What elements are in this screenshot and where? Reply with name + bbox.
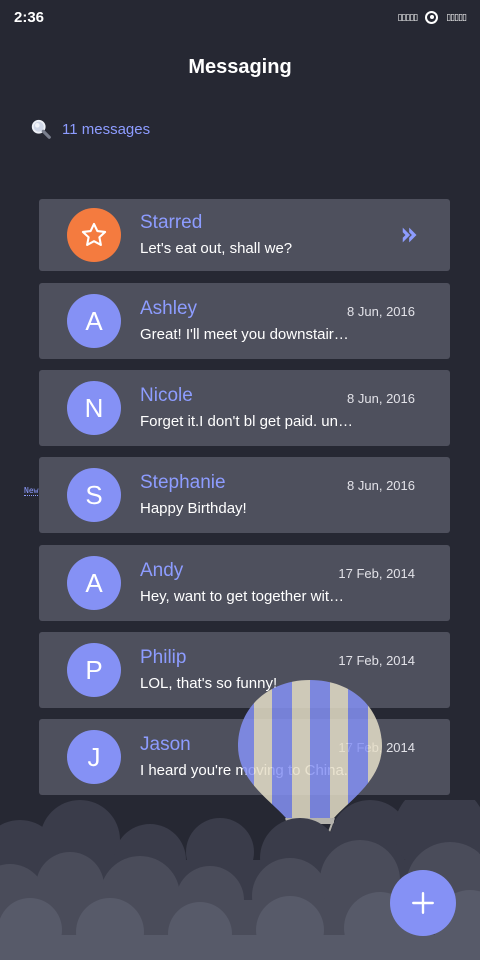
avatar: J xyxy=(67,730,121,784)
list-item[interactable]: N Nicole 8 Jun, 2016 Forget it.I don't b… xyxy=(39,370,450,446)
star-avatar xyxy=(67,208,121,262)
list-item-starred[interactable]: Starred Let's eat out, shall we? xyxy=(39,199,450,271)
star-icon xyxy=(81,222,107,246)
status-time: 2:36 xyxy=(14,8,45,26)
list-item[interactable]: A Andy 17 Feb, 2014 Hey, want to get tog… xyxy=(39,545,450,621)
conversation-date: 8 Jun, 2016 xyxy=(347,478,415,493)
new-badge: New xyxy=(24,486,39,496)
status-icons: ▯▯▯▯▯ ▯▯▯▯▯ xyxy=(397,10,467,24)
list-item[interactable]: A Ashley 8 Jun, 2016 Great! I'll meet yo… xyxy=(39,283,450,359)
conversation-preview: Forget it.I don't bl get paid. un… xyxy=(140,413,353,430)
message-count: 11 messages xyxy=(62,120,151,138)
conversation-date: 8 Jun, 2016 xyxy=(347,304,415,319)
status-bar: 2:36 ▯▯▯▯▯ ▯▯▯▯▯ xyxy=(0,0,480,34)
conversation-name: Starred xyxy=(140,212,203,233)
conversation-preview: Happy Birthday! xyxy=(140,500,247,517)
conversation-preview: Let's eat out, shall we? xyxy=(140,240,293,257)
notification-icons: ▯▯▯▯▯ xyxy=(397,11,418,22)
conversation-name: Andy xyxy=(140,560,184,581)
conversation-name: Philip xyxy=(140,647,187,668)
conversation-name: Stephanie xyxy=(140,472,226,493)
avatar: A xyxy=(67,556,121,610)
conversation-preview: Great! I'll meet you downstair… xyxy=(140,326,349,343)
conversation-date: 17 Feb, 2014 xyxy=(338,653,415,668)
double-chevron-right-icon[interactable] xyxy=(400,224,422,246)
list-item[interactable]: S Stephanie 8 Jun, 2016 Happy Birthday! xyxy=(39,457,450,533)
avatar: P xyxy=(67,643,121,697)
avatar: A xyxy=(67,294,121,348)
page-title: Messaging xyxy=(188,56,292,78)
plus-icon xyxy=(412,892,434,914)
new-message-button[interactable] xyxy=(390,870,456,936)
conversation-name: Ashley xyxy=(140,298,198,319)
conversation-name: Jason xyxy=(140,734,191,755)
sync-icon xyxy=(425,10,439,24)
conversation-date: 17 Feb, 2014 xyxy=(338,566,415,581)
search-icon[interactable] xyxy=(30,118,52,140)
conversation-date: 8 Jun, 2016 xyxy=(347,391,415,406)
signal-battery-icons: ▯▯▯▯▯ xyxy=(446,11,467,22)
avatar: N xyxy=(67,381,121,435)
search-bar[interactable]: 11 messages xyxy=(30,118,150,140)
conversation-preview: Hey, want to get together wit… xyxy=(140,588,344,605)
conversation-name: Nicole xyxy=(140,385,193,406)
avatar: S xyxy=(67,468,121,522)
